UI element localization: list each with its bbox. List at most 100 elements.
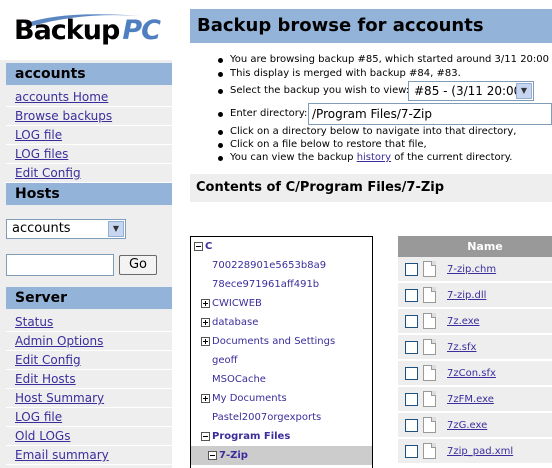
directory-input[interactable]: /Program Files/7-Zip bbox=[308, 103, 552, 125]
collapse-icon[interactable] bbox=[201, 432, 210, 441]
collapse-icon[interactable] bbox=[208, 451, 217, 460]
file-row[interactable]: 7zip_pad.xml bbox=[398, 439, 552, 464]
sidebar-link-host-summary[interactable]: Host Summary bbox=[15, 391, 104, 405]
file-icon bbox=[423, 313, 436, 329]
sidebar-link-edit-hosts[interactable]: Edit Hosts bbox=[15, 372, 76, 386]
tree-item[interactable]: My Documents bbox=[191, 389, 372, 408]
file-checkbox[interactable] bbox=[405, 289, 418, 302]
file-link[interactable]: 7z.exe bbox=[447, 316, 480, 328]
chevron-down-icon[interactable]: ▼ bbox=[516, 83, 532, 99]
file-row[interactable]: 7z.exe bbox=[398, 309, 552, 334]
file-checkbox[interactable] bbox=[405, 445, 418, 458]
sidebar-divider bbox=[6, 369, 172, 370]
tree-item-label[interactable]: 7-Zip bbox=[219, 446, 248, 465]
tree-item-label[interactable]: MSOCache bbox=[212, 370, 266, 389]
sidebar-divider bbox=[6, 106, 172, 107]
expand-icon[interactable] bbox=[201, 337, 210, 346]
sidebar-link-email-summary[interactable]: Email summary bbox=[15, 448, 109, 462]
chevron-down-icon[interactable]: ▼ bbox=[108, 221, 124, 237]
file-checkbox[interactable] bbox=[405, 367, 418, 380]
file-row[interactable]: 7-zip.dll bbox=[398, 283, 552, 308]
file-icon bbox=[423, 365, 436, 381]
sidebar-link-browse-backups[interactable]: Browse backups bbox=[15, 109, 112, 123]
accounts-section-title: accounts bbox=[6, 63, 172, 85]
collapse-icon[interactable] bbox=[194, 242, 203, 251]
file-checkbox[interactable] bbox=[405, 393, 418, 406]
file-icon bbox=[423, 261, 436, 277]
tree-item[interactable]: 78ece971961aff491b bbox=[191, 275, 372, 294]
tree-item[interactable]: C bbox=[191, 237, 372, 256]
tree-item[interactable]: Documents and Settings bbox=[191, 332, 372, 351]
file-link[interactable]: 7z.sfx bbox=[447, 342, 476, 354]
directory-tree: C 700228901e5653b8a9 78ece971961aff491b CWI… bbox=[190, 236, 373, 468]
tree-item-label[interactable]: Program Files bbox=[212, 427, 290, 446]
file-checkbox[interactable] bbox=[405, 315, 418, 328]
sidebar-link-admin-options[interactable]: Admin Options bbox=[15, 334, 103, 348]
tree-item-label[interactable]: Documents and Settings bbox=[212, 332, 335, 351]
sidebar-link-log-file[interactable]: LOG file bbox=[15, 410, 62, 424]
tree-item-label[interactable]: C bbox=[205, 237, 212, 256]
file-icon bbox=[423, 417, 436, 433]
sidebar-divider bbox=[6, 407, 172, 408]
hint-history-text: You can view the backup history of the c… bbox=[230, 152, 513, 163]
sidebar-link-old-logs[interactable]: Old LOGs bbox=[15, 429, 70, 443]
tree-item[interactable]: geoff bbox=[191, 351, 372, 370]
sidebar-link-edit-config[interactable]: Edit Config bbox=[15, 353, 81, 367]
tree-item[interactable]: 7-Zip bbox=[191, 446, 372, 465]
go-button[interactable]: Go bbox=[119, 255, 157, 275]
tree-item[interactable]: database bbox=[191, 313, 372, 332]
tree-item-label[interactable]: database bbox=[212, 313, 258, 332]
sidebar-link-log-files[interactable]: LOG files bbox=[15, 147, 68, 161]
tree-item-label[interactable]: 700228901e5653b8a9 bbox=[212, 256, 326, 275]
bullet-icon bbox=[218, 130, 223, 135]
tree-item-label[interactable]: CWICWEB bbox=[212, 294, 262, 313]
sidebar-link-log-file[interactable]: LOG file bbox=[15, 128, 62, 142]
sidebar-link-accounts-home[interactable]: accounts Home bbox=[15, 90, 108, 104]
backuppc-logo[interactable]: Backup PC bbox=[0, 0, 172, 60]
file-icon bbox=[423, 339, 436, 355]
file-link[interactable]: 7-zip.dll bbox=[447, 290, 486, 302]
expand-icon[interactable] bbox=[201, 394, 210, 403]
tree-item-label[interactable]: geoff bbox=[212, 351, 238, 370]
file-checkbox[interactable] bbox=[405, 263, 418, 276]
file-icon bbox=[423, 287, 436, 303]
file-row[interactable]: 7zG.exe bbox=[398, 413, 552, 438]
file-link[interactable]: 7zG.exe bbox=[447, 420, 487, 432]
sidebar-divider bbox=[6, 125, 172, 126]
file-link[interactable]: 7-zip.chm bbox=[447, 264, 496, 276]
name-column-header[interactable]: Name bbox=[398, 236, 552, 257]
bullet-icon bbox=[218, 89, 223, 94]
page-title: Backup browse for accounts bbox=[190, 9, 552, 43]
expand-icon[interactable] bbox=[201, 299, 210, 308]
file-checkbox[interactable] bbox=[405, 341, 418, 354]
file-row[interactable]: 7-zip.chm bbox=[398, 257, 552, 282]
file-link[interactable]: 7zCon.sfx bbox=[447, 368, 496, 380]
tree-item[interactable]: CWICWEB bbox=[191, 294, 372, 313]
file-checkbox[interactable] bbox=[405, 419, 418, 432]
tree-item-label[interactable]: Pastel2007orgexports bbox=[212, 408, 321, 427]
backup-info-text: You are browsing backup #85, which start… bbox=[230, 54, 552, 65]
tree-item[interactable]: 700228901e5653b8a9 bbox=[191, 256, 372, 275]
file-row[interactable]: 7zFM.exe bbox=[398, 387, 552, 412]
tree-item[interactable]: MSOCache bbox=[191, 370, 372, 389]
server-section-title: Server bbox=[6, 287, 172, 309]
host-select[interactable]: accounts ▼ bbox=[6, 219, 126, 239]
file-link[interactable]: 7zip_pad.xml bbox=[447, 446, 513, 458]
sidebar-divider bbox=[6, 331, 172, 332]
tree-item-label[interactable]: My Documents bbox=[212, 389, 287, 408]
sidebar-divider bbox=[6, 350, 172, 351]
tree-item-label[interactable]: 78ece971961aff491b bbox=[212, 275, 319, 294]
file-link[interactable]: 7zFM.exe bbox=[447, 394, 494, 406]
hint-directory-text: Click on a directory below to navigate i… bbox=[230, 126, 517, 137]
backup-select[interactable]: #85 - (3/11 20:00) ▼ bbox=[408, 81, 534, 101]
history-link[interactable]: history bbox=[357, 152, 391, 163]
tree-item[interactable]: Pastel2007orgexports bbox=[191, 408, 372, 427]
host-search-input[interactable] bbox=[6, 254, 114, 276]
expand-icon[interactable] bbox=[201, 318, 210, 327]
sidebar-divider bbox=[6, 445, 172, 446]
file-row[interactable]: 7z.sfx bbox=[398, 335, 552, 360]
file-row[interactable]: 7zCon.sfx bbox=[398, 361, 552, 386]
sidebar-link-edit-config[interactable]: Edit Config bbox=[15, 166, 81, 180]
tree-item[interactable]: Program Files bbox=[191, 427, 372, 446]
sidebar-link-status[interactable]: Status bbox=[15, 315, 53, 329]
